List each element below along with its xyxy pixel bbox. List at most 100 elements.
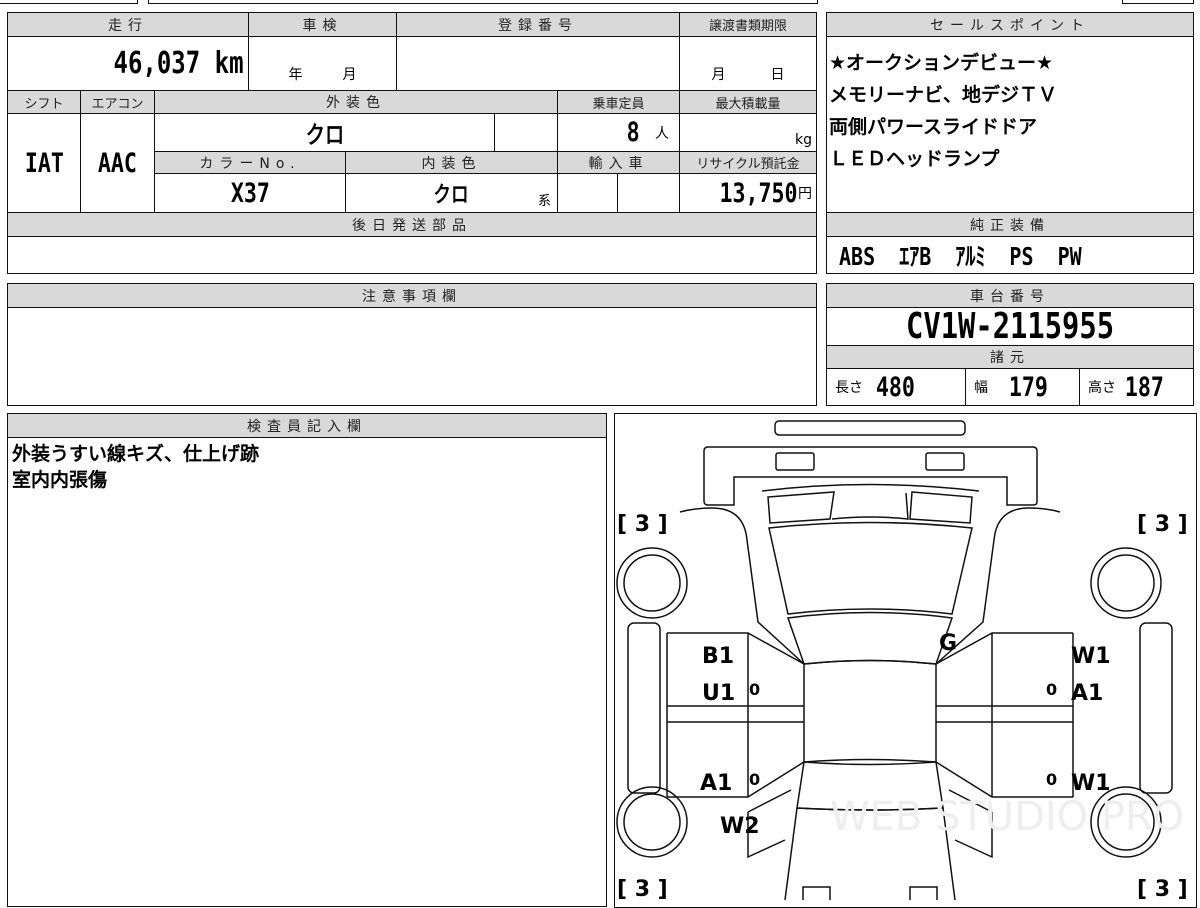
chassis-number: CV1W-2115955 [905, 307, 1115, 346]
front-light-left [774, 451, 815, 471]
watermark: WEB STUDIO PRO [830, 794, 1184, 840]
top-strip-cell [0, 0, 138, 4]
length-value: 480 [875, 371, 915, 403]
exterior-color-value: クロ [305, 121, 344, 149]
later-parts-value [7, 236, 817, 274]
chassis-cell: CV1W-2115955 [826, 307, 1194, 346]
aircon-cell: AAC [80, 113, 155, 213]
damage-mark: W2 [720, 814, 760, 839]
width-value: 179 [1008, 371, 1048, 403]
headlights [761, 483, 979, 524]
left-doors [665, 631, 804, 798]
damage-mark: B1 [702, 644, 734, 669]
capacity-value: 8 [626, 117, 640, 148]
shift-label: シフト [7, 90, 81, 114]
import-label: 輸入車 [557, 151, 680, 174]
transfer-deadline-label: 譲渡書類期限 [679, 12, 817, 37]
inspector-note: 外装うすい線キズ、仕上げ跡 [12, 443, 260, 465]
registration-label: 登録番号 [396, 12, 680, 37]
tire-mark-front-right: [ 3 ] [1137, 512, 1188, 537]
sales-points-label: セールスポイント [826, 12, 1194, 37]
interior-color-cell: クロ 系 [345, 173, 558, 213]
inspector-body [7, 437, 607, 907]
mileage-value: 46,037 km [113, 46, 244, 81]
recycle-value: 13,750 [719, 177, 798, 209]
aircon-value: AAC [97, 147, 138, 179]
month-unit: 月 [711, 67, 726, 83]
capacity-unit: 人 [655, 125, 669, 142]
aircon-label: エアコン [80, 90, 155, 114]
windshield [786, 611, 953, 665]
width-label: 幅 [974, 380, 988, 396]
sales-point-line: メモリーナビ、地デジＴＶ [829, 84, 1058, 106]
rear-bumper [801, 885, 938, 900]
length-cell: 長さ 480 [826, 368, 966, 406]
later-parts-label: 後日発送部品 [7, 212, 817, 237]
mileage-cell: 46,037 km [7, 36, 249, 91]
height-value: 187 [1124, 371, 1164, 403]
month-unit: 月 [342, 67, 357, 83]
tire-mark-rear-left: [ 3 ] [617, 877, 668, 902]
max-load-cell: kg [679, 113, 817, 152]
damage-mark: W1 [1071, 771, 1111, 796]
width-cell: 幅 179 [965, 368, 1080, 406]
recycle-label: リサイクル預託金 [679, 151, 817, 174]
front-end-outline [702, 445, 1038, 506]
notes-body [7, 307, 817, 406]
tire-mark-front-left: [ 3 ] [617, 512, 668, 537]
specs-label: 諸元 [826, 345, 1194, 369]
length-label: 長さ [835, 380, 863, 396]
sales-point-line: 両側パワースライドドア [829, 116, 1038, 138]
zero-mark: 0 [1046, 680, 1057, 699]
shift-cell: IAT [7, 113, 81, 213]
height-cell: 高さ 187 [1079, 368, 1194, 406]
front-fenders [679, 506, 1060, 665]
damage-mark: G [939, 631, 957, 656]
roof [802, 659, 937, 763]
exterior-color-cell: クロ [154, 113, 495, 152]
car-outline: WEB STUDIO PRO [ 3 ] [ 3 ] [ 3 ] [ 3 ] G… [615, 419, 1188, 902]
year-unit: 年 [288, 67, 303, 83]
notes-label: 注意事項欄 [7, 283, 817, 308]
exterior-color-label: 外装色 [154, 90, 558, 114]
front-light-right [924, 451, 965, 471]
top-strip-cell [148, 0, 818, 4]
capacity-label: 乗車定員 [557, 90, 680, 114]
inspector-label: 検査員記入欄 [7, 413, 607, 438]
color-no-value: X37 [230, 177, 270, 209]
sales-point-line: ★オークションデビュー★ [829, 52, 1054, 74]
registration-value [396, 36, 680, 91]
shift-value: IAT [24, 147, 64, 179]
max-load-label: 最大積載量 [679, 90, 817, 114]
zero-mark: 0 [1046, 770, 1057, 789]
equipment-cell: ABS ｴｱB ｱﾙﾐ PS PW [826, 236, 1194, 274]
left-side-step [626, 621, 661, 794]
damage-mark: U1 [702, 681, 735, 706]
hood [767, 521, 973, 615]
transfer-cell: 月日 [679, 36, 817, 91]
day-unit: 日 [770, 67, 785, 83]
damage-mark: A1 [1071, 681, 1103, 706]
color-no-label: カラーNo. [154, 151, 346, 174]
yen-unit: 円 [798, 186, 812, 202]
equipment-value: ABS ｴｱB ｱﾙﾐ PS PW [839, 242, 1082, 271]
inspection-label: 車検 [248, 12, 397, 37]
equipment-label: 純正装備 [826, 212, 1194, 237]
tire-mark-rear-right: [ 3 ] [1137, 877, 1188, 902]
front-bumper-outline [773, 419, 966, 436]
zero-mark: 0 [749, 770, 760, 789]
inspection-cell: 年月 [248, 36, 397, 91]
recycle-cell: 13,750 円 [679, 173, 817, 213]
interior-color-label: 内装色 [345, 151, 558, 174]
top-strip-cell [1122, 0, 1194, 4]
damage-diagram: WEB STUDIO PRO [ 3 ] [ 3 ] [ 3 ] [ 3 ] G… [614, 413, 1197, 908]
height-label: 高さ [1088, 380, 1116, 396]
color-no-cell: X37 [154, 173, 346, 213]
damage-mark: A1 [700, 771, 732, 796]
sales-points-body: ★オークションデビュー★ メモリーナビ、地デジＴＶ 両側パワースライドドア ＬＥ… [826, 36, 1194, 213]
inspector-note: 室内内張傷 [12, 469, 108, 491]
zero-mark: 0 [749, 680, 760, 699]
interior-color-value: クロ [433, 183, 470, 208]
blank-cell [494, 113, 558, 152]
import-cell [617, 173, 680, 213]
